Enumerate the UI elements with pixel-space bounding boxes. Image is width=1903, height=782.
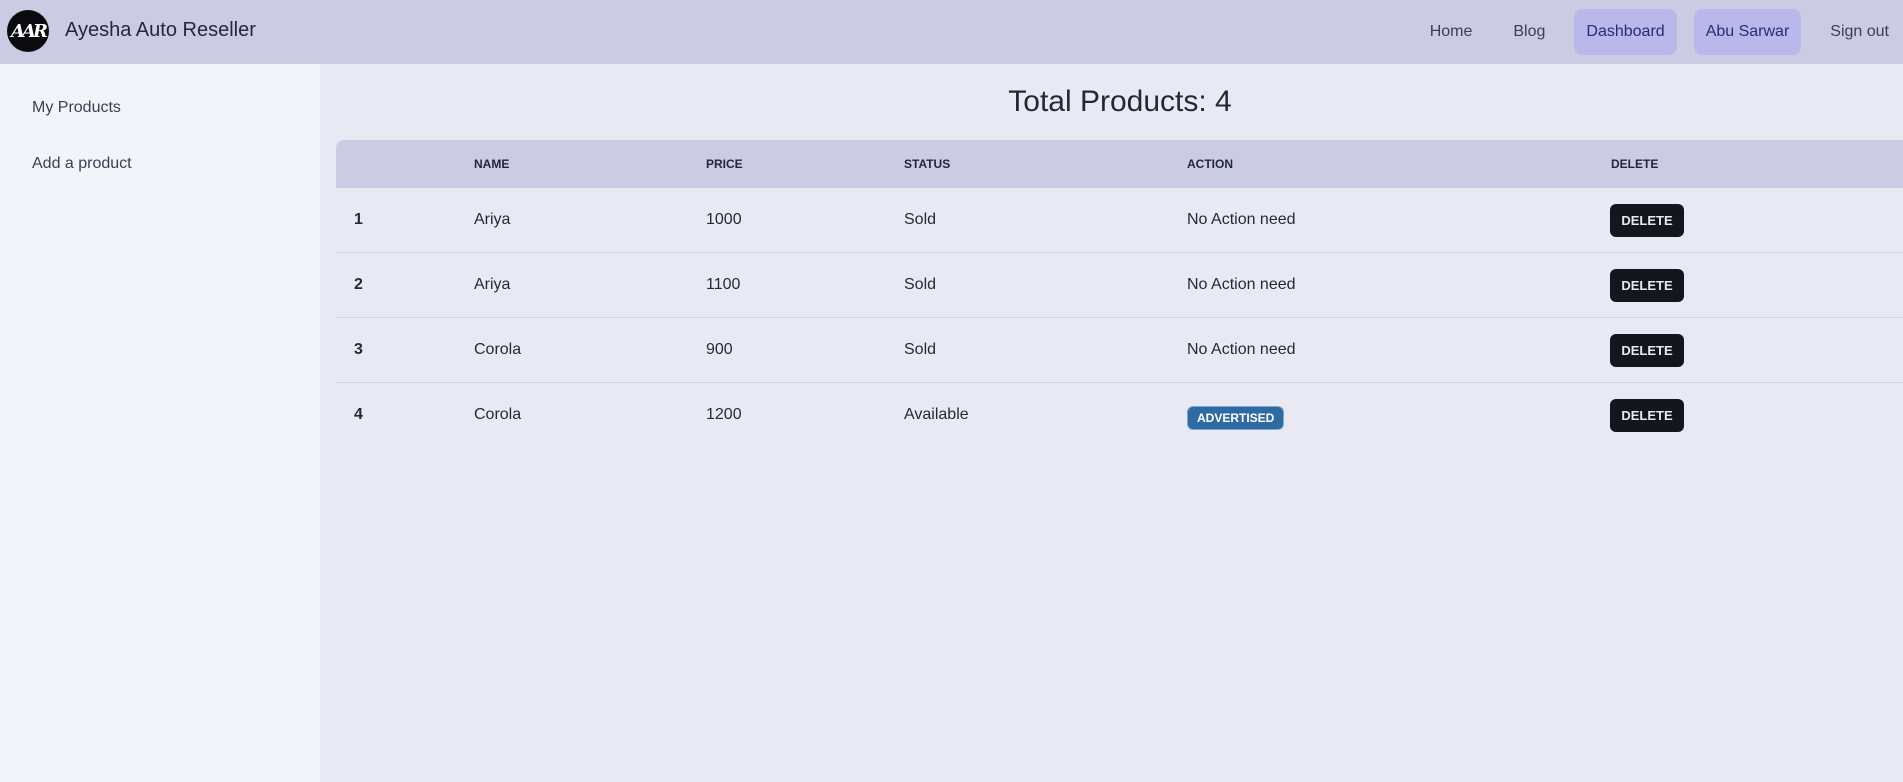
top-navbar: AAR Ayesha Auto Reseller Home Blog Dashb… xyxy=(0,0,1903,64)
sidebar-item-my-products[interactable]: My Products xyxy=(32,99,121,117)
nav-menu: Home Blog Dashboard Abu Sarwar Sign out xyxy=(1418,9,1903,55)
row-index: 1 xyxy=(354,211,363,228)
product-action-text: No Action need xyxy=(1187,276,1296,293)
product-name: Corola xyxy=(474,341,522,358)
delete-button[interactable]: DELETE xyxy=(1610,399,1684,432)
product-status: Available xyxy=(904,406,969,423)
product-name: Ariya xyxy=(474,276,511,293)
row-index: 2 xyxy=(354,276,363,293)
product-price: 1000 xyxy=(706,211,742,228)
nav-blog[interactable]: Blog xyxy=(1501,9,1557,55)
column-header-status: Status xyxy=(904,157,951,171)
main-content: Total Products: 4 Name Price Status Acti… xyxy=(320,64,1903,782)
column-header-name: Name xyxy=(474,157,510,171)
delete-button[interactable]: DELETE xyxy=(1610,204,1684,237)
column-header-price: Price xyxy=(706,157,743,171)
table-row: 1 Ariya 1000 Sold No Action need DELETE xyxy=(336,188,1903,253)
column-header-action: Action xyxy=(1187,157,1233,171)
row-index: 4 xyxy=(354,406,363,423)
sidebar-item-add-product[interactable]: Add a product xyxy=(32,155,132,173)
product-price: 1100 xyxy=(706,276,741,293)
product-status: Sold xyxy=(904,211,937,228)
product-name: Corola xyxy=(474,406,522,423)
delete-button[interactable]: DELETE xyxy=(1610,269,1684,302)
product-action-text: No Action need xyxy=(1187,341,1296,358)
products-table: Name Price Status Action Delete 1 Ariya … xyxy=(336,140,1903,448)
product-price: 1200 xyxy=(706,406,742,423)
column-header-delete: Delete xyxy=(1611,157,1659,171)
page-title: Total Products: 4 xyxy=(1008,85,1232,118)
brand-logo-icon[interactable]: AAR xyxy=(7,10,49,52)
table-header: Name Price Status Action Delete xyxy=(336,140,1903,188)
table-row: 2 Ariya 1100 Sold No Action need DELETE xyxy=(336,253,1903,318)
product-name: Ariya xyxy=(474,211,511,228)
delete-button[interactable]: DELETE xyxy=(1610,334,1684,367)
row-index: 3 xyxy=(354,341,363,358)
product-status: Sold xyxy=(904,276,937,293)
brand-name[interactable]: Ayesha Auto Reseller xyxy=(65,19,256,42)
product-status: Sold xyxy=(904,341,937,358)
product-action-text: No Action need xyxy=(1187,211,1296,228)
advertised-badge[interactable]: ADVERTISED xyxy=(1187,406,1285,430)
product-price: 900 xyxy=(706,341,733,358)
table-row: 4 Corola 1200 Available ADVERTISED DELET… xyxy=(336,383,1903,448)
sidebar: My Products Add a product xyxy=(0,64,320,782)
nav-signout[interactable]: Sign out xyxy=(1818,9,1901,55)
nav-user-profile[interactable]: Abu Sarwar xyxy=(1693,9,1802,55)
table-row: 3 Corola 900 Sold No Action need DELETE xyxy=(336,318,1903,383)
nav-dashboard[interactable]: Dashboard xyxy=(1574,9,1677,55)
nav-home[interactable]: Home xyxy=(1418,9,1485,55)
